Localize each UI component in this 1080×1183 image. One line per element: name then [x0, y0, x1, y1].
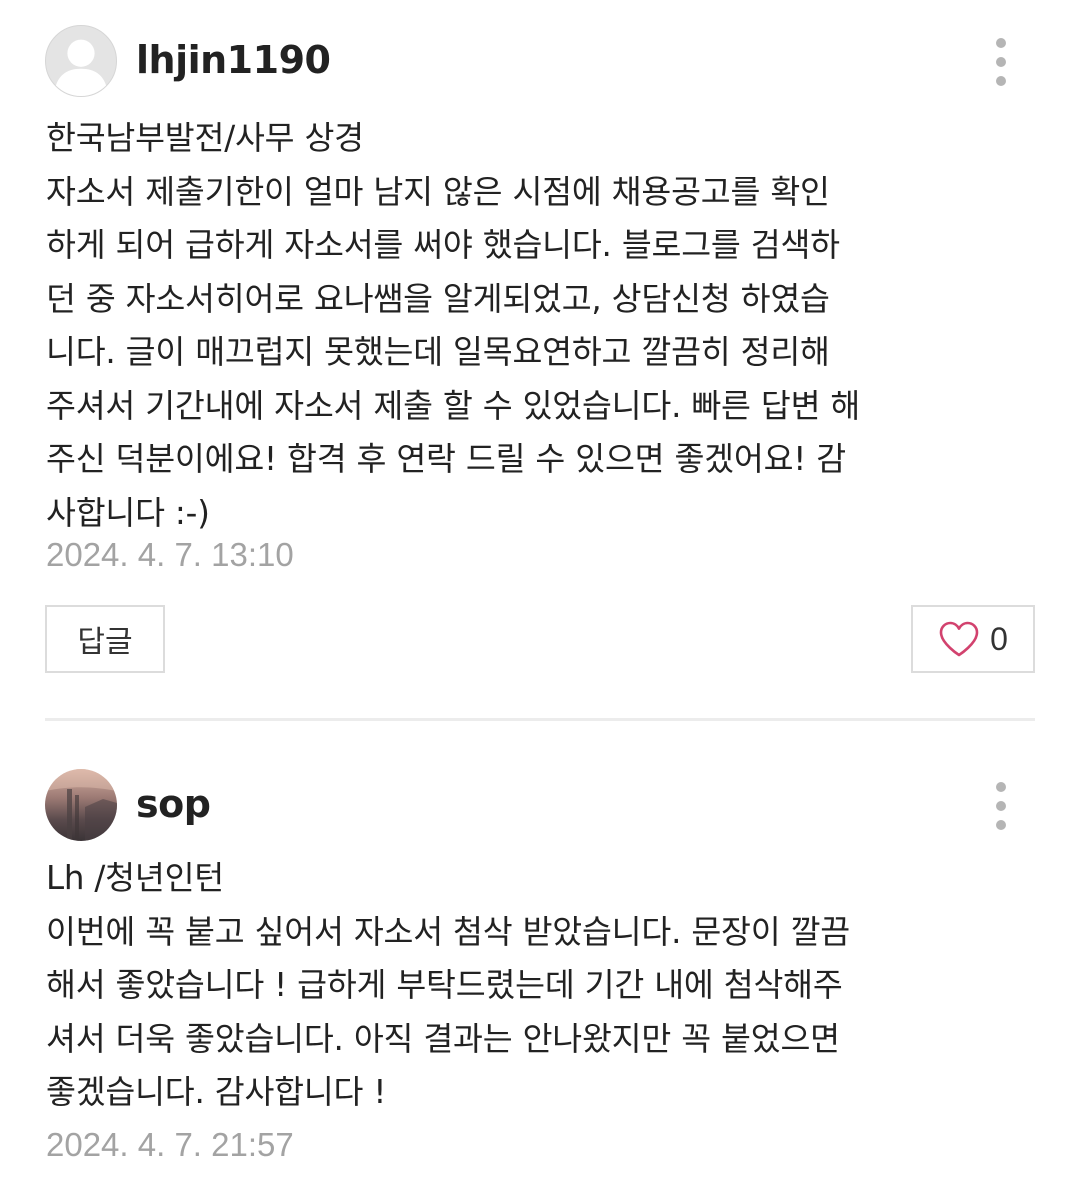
avatar[interactable]: [45, 25, 117, 97]
more-options-button[interactable]: [984, 34, 1018, 90]
comment-line: Lh /청년인턴: [46, 859, 224, 897]
comment-divider: [45, 718, 1035, 721]
more-options-button[interactable]: [984, 778, 1018, 834]
comment-line: 사합니다 :-): [46, 493, 210, 532]
comment-author[interactable]: lhjin1190: [136, 38, 331, 82]
comment-body: Lh /청년인턴 이번에 꼭 붙고 싶어서 자소서 첨삭 받았습니다. 문장이 …: [46, 852, 1036, 1120]
comment-line: 니다. 글이 매끄럽지 못했는데 일목요연하고 깔끔히 정리해: [46, 333, 830, 371]
comment-line: 좋겠습니다. 감사합니다 !: [46, 1073, 387, 1111]
comment-line: 자소서 제출기한이 얼마 남지 않은 시점에 채용공고를 확인: [46, 172, 830, 211]
reply-button[interactable]: 답글: [45, 605, 165, 673]
comment-line: 하게 되어 급하게 자소서를 써야 했습니다. 블로그를 검색하: [46, 226, 840, 264]
comment-timestamp: 2024. 4. 7. 13:10: [46, 536, 294, 573]
comment-line: 이번에 꼭 붙고 싶어서 자소서 첨삭 받았습니다. 문장이 깔끔: [46, 912, 850, 951]
comment-line: 주신 덕분이에요! 합격 후 연락 드릴 수 있으면 좋겠어요! 감: [46, 440, 846, 478]
comment-line: 해서 좋았습니다 ! 급하게 부탁드렸는데 기간 내에 첨삭해주: [46, 966, 843, 1004]
default-avatar-icon: [53, 39, 109, 96]
avatar[interactable]: [45, 769, 117, 841]
comment-line: 셔서 더욱 좋았습니다. 아직 결과는 안나왔지만 꼭 붙었으면: [46, 1019, 840, 1058]
comment-line: 한국남부발전/사무 상경: [46, 119, 364, 157]
like-button[interactable]: 0: [911, 605, 1035, 673]
comment-body: 한국남부발전/사무 상경 자소서 제출기한이 얼마 남지 않은 시점에 채용공고…: [46, 112, 1036, 540]
comment-author[interactable]: sop: [136, 782, 211, 826]
comment-timestamp: 2024. 4. 7. 21:57: [46, 1126, 294, 1163]
like-count: 0: [990, 620, 1008, 657]
more-vertical-icon: [996, 782, 1006, 792]
heart-icon: [939, 621, 979, 657]
profile-photo: [45, 769, 117, 841]
comment-line: 던 중 자소서히어로 요나쌤을 알게되었고, 상담신청 하였습: [46, 279, 830, 318]
more-vertical-icon: [996, 38, 1006, 48]
comment-line: 주셔서 기간내에 자소서 제출 할 수 있었습니다. 빠른 답변 해: [46, 386, 861, 425]
